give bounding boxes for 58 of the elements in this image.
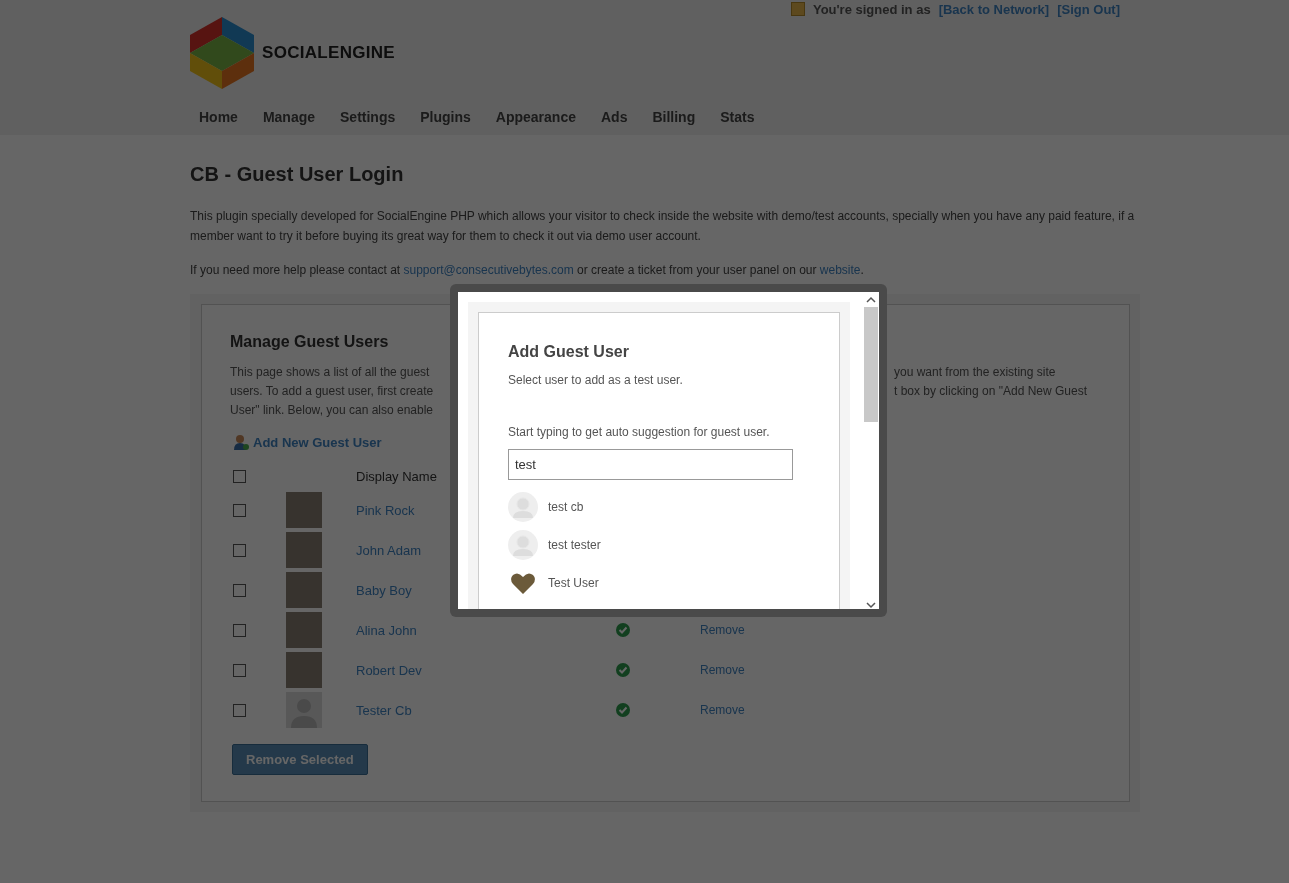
avatar-icon — [508, 492, 538, 522]
add-guest-user-link[interactable]: Add New Guest User — [253, 434, 382, 450]
checkbox[interactable] — [233, 703, 246, 717]
logo-text: SOCIALENGINE — [262, 43, 395, 63]
suggestion-item[interactable]: Test User — [508, 564, 811, 602]
avatar-icon — [508, 530, 538, 560]
description-text: users. To add a guest user, first create — [230, 383, 434, 400]
signed-in-text: You're signed in as — [812, 1, 931, 17]
header-link[interactable]: [Sign Out] — [1057, 1, 1120, 17]
nav-item[interactable]: Manage — [253, 104, 332, 130]
photo-placeholder — [286, 492, 322, 528]
avatar-icon — [286, 692, 322, 728]
description-text: you want from the existing site — [894, 364, 1057, 381]
email-link[interactable]: support@consecutivebytes.com — [403, 263, 574, 277]
nav-item[interactable]: Plugins — [411, 104, 487, 130]
lock-icon — [790, 2, 805, 16]
checkbox[interactable] — [233, 663, 246, 677]
nav-item[interactable]: Home — [190, 104, 254, 130]
photo-placeholder — [286, 572, 322, 608]
scroll-down-icon[interactable] — [866, 601, 876, 609]
nav-item[interactable]: Ads — [592, 104, 644, 130]
description-text: t box by clicking on "Add New Guest — [894, 383, 1089, 400]
dialog-title: Add Guest User — [508, 343, 630, 361]
intro-paragraph: This plugin specially developed for SocialEngine PHP which allows your visitor to check inside the website with demo/test accounts, specially when you have any paid feature, if a member want to try it before buying its great way for them to check it out via demo user account. — [190, 208, 1136, 245]
dialog-subtitle: Select user to add as a test user. — [508, 373, 684, 387]
user-name-link[interactable]: Tester Cb — [356, 702, 616, 718]
search-field[interactable]: test — [508, 449, 793, 480]
checkbox[interactable] — [233, 543, 246, 557]
column-header: Display Name — [356, 468, 437, 484]
remove-link[interactable]: Remove — [700, 703, 745, 717]
help-paragraph: If you need more help please contact at support@consecutivebytes.com or create a ticket from your user panel on our website. — [190, 262, 865, 279]
checkbox[interactable] — [233, 623, 246, 637]
remove-link[interactable]: Remove — [700, 623, 745, 637]
nav-item[interactable]: Billing — [643, 104, 712, 130]
checkbox[interactable] — [233, 583, 246, 597]
scroll-up-icon[interactable] — [866, 296, 876, 304]
suggestion-item[interactable]: test tester — [508, 526, 811, 564]
remove-link[interactable]: Remove — [700, 663, 745, 677]
user-name-link[interactable]: Robert Dev — [356, 662, 616, 678]
nav-item[interactable]: Stats — [711, 104, 771, 130]
nav-item[interactable]: Settings — [331, 104, 412, 130]
photo-placeholder — [286, 652, 322, 688]
user-name-link[interactable]: Alina John — [356, 622, 616, 638]
header-link[interactable]: [Back to Network] — [938, 1, 1050, 17]
page-title: CB - Guest User Login — [190, 163, 405, 186]
suggestion-item[interactable]: test cb — [508, 488, 811, 526]
nav-item[interactable]: Appearance — [486, 104, 592, 130]
checkbox[interactable] — [233, 469, 246, 483]
hint-text: Start typing to get auto suggestion for guest user. — [508, 425, 771, 439]
user-add-icon — [233, 434, 249, 450]
photo-placeholder — [286, 612, 322, 648]
checkbox[interactable] — [233, 503, 246, 517]
photo-placeholder — [286, 532, 322, 568]
description-text: User" link. Below, you can also enable — [230, 402, 434, 419]
logo-icon — [190, 17, 254, 89]
description-text: This page shows a list of all the guest — [230, 364, 431, 381]
remove-selected-button[interactable]: Remove Selected — [232, 744, 368, 775]
website-link[interactable]: website — [819, 263, 861, 277]
